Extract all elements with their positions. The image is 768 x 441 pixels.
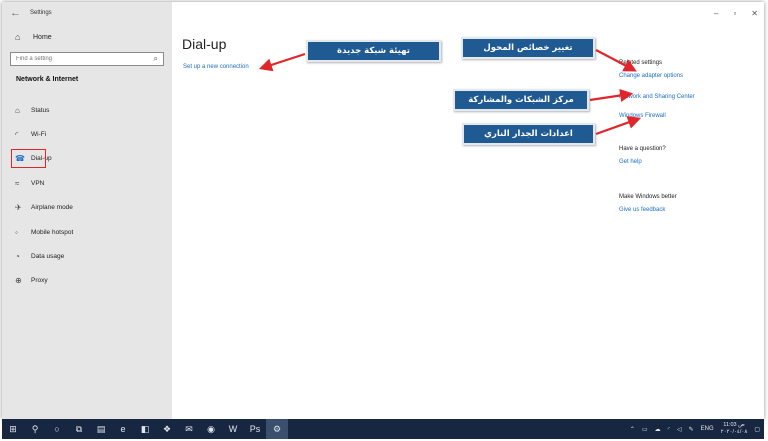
windows-firewall-link[interactable]: Windows Firewall — [619, 113, 666, 119]
proxy-icon: ⊕ — [15, 276, 22, 286]
sidebar: ← Settings ⌂ Home ⌕ Network & Internet ⌂… — [2, 2, 172, 419]
window-title: Settings — [30, 10, 52, 16]
photoshop-icon[interactable]: Ps — [244, 419, 266, 439]
main-content: – ▫ ✕ Dial-up Set up a new connection Re… — [172, 2, 764, 419]
feedback-link[interactable]: Give us feedback — [619, 207, 665, 213]
network-icon[interactable]: ◜ — [668, 426, 670, 433]
chevron-up-icon[interactable]: ⌃ — [630, 426, 635, 433]
window-controls: – ▫ ✕ — [714, 9, 758, 18]
sidebar-item-label: Status — [31, 106, 50, 114]
sidebar-item-wi-fi[interactable]: ◜ Wi-Fi — [2, 122, 172, 146]
language-indicator[interactable]: ENG — [701, 426, 714, 432]
mail-icon[interactable]: ✉ — [178, 419, 200, 439]
callout-new-connection: تهيئة شبكة جديدة — [306, 40, 441, 62]
vpn-icon: ≈ — [15, 178, 20, 188]
settings-window: ← Settings ⌂ Home ⌕ Network & Internet ⌂… — [2, 2, 764, 419]
sidebar-item-label: Data usage — [31, 253, 65, 261]
question-heading: Have a question? — [619, 146, 666, 152]
sidebar-item-dial-up[interactable]: ☎ Dial-up — [2, 147, 172, 171]
file-explorer-icon[interactable]: ▤ — [90, 419, 112, 439]
taskbar: ⊞ ⚲ ○ ⧉ ▤ e ◧ ❖ ✉ ◉ W Ps ⚙ ⌃ ▭ ☁ ◜ ◁ ✎ E… — [2, 419, 764, 439]
sidebar-item-proxy[interactable]: ⊕ Proxy — [2, 269, 172, 293]
volume-icon[interactable]: ◁ — [677, 426, 682, 433]
task-view-icon[interactable]: ⧉ — [68, 419, 90, 439]
sharing-center-link[interactable]: Network and Sharing Center — [619, 94, 695, 100]
clock[interactable]: 11:03 ص ٢٠٢٠/٠٤/٠٨ — [721, 422, 748, 436]
notification-icon[interactable]: ▢ — [754, 426, 760, 433]
sidebar-item-mobile-hotspot[interactable]: ◦ Mobile hotspot — [2, 220, 172, 244]
sidebar-item-label: Proxy — [31, 277, 48, 285]
nav-list: ⌂ Status ◜ Wi-Fi ☎ Dial-up ≈ VPN ✈ Airplane mode ◦… — [2, 98, 172, 293]
maximize-icon[interactable]: ▫ — [733, 9, 736, 18]
edge-icon[interactable]: e — [112, 419, 134, 439]
sidebar-item-vpn[interactable]: ≈ VPN — [2, 171, 172, 195]
feedback-heading: Make Windows better — [619, 194, 677, 200]
callout-sharing-center: مركز الشبكات والمشاركة — [453, 89, 589, 111]
home-icon: ⌂ — [15, 32, 21, 42]
search-icon[interactable]: ⌕ — [154, 54, 158, 64]
sidebar-item-label: VPN — [31, 179, 45, 187]
page-title: Dial-up — [182, 36, 227, 52]
setup-connection-link[interactable]: Set up a new connection — [183, 64, 249, 70]
search-input[interactable] — [16, 56, 136, 62]
close-icon[interactable]: ✕ — [751, 9, 758, 18]
status-icon: ⌂ — [15, 105, 20, 115]
sidebar-item-data-usage[interactable]: ◔ Data usage — [2, 244, 172, 268]
cortana-icon[interactable]: ○ — [46, 419, 68, 439]
minimize-icon[interactable]: – — [714, 9, 718, 18]
search-taskbar-icon[interactable]: ⚲ — [24, 419, 46, 439]
airplane-icon: ✈ — [15, 203, 22, 213]
sidebar-item-label: Wi-Fi — [31, 131, 47, 139]
back-arrow-icon[interactable]: ← — [10, 7, 30, 19]
clock-date: ٢٠٢٠/٠٤/٠٨ — [720, 429, 748, 435]
data-usage-icon: ◔ — [15, 252, 20, 262]
search-box[interactable]: ⌕ — [10, 52, 164, 66]
sidebar-item-status[interactable]: ⌂ Status — [2, 98, 172, 122]
taskbar-apps: ⊞ ⚲ ○ ⧉ ▤ e ◧ ❖ ✉ ◉ W Ps ⚙ — [2, 419, 288, 439]
section-heading: Network & Internet — [16, 76, 79, 83]
system-tray: ⌃ ▭ ☁ ◜ ◁ ✎ ENG 11:03 ص ٢٠٢٠/٠٤/٠٨ ▢ — [630, 419, 764, 439]
sidebar-item-airplane-mode[interactable]: ✈ Airplane mode — [2, 196, 172, 220]
callout-adapter: تغيير خصائص المحول — [461, 37, 595, 59]
app-icon[interactable]: ❖ — [156, 419, 178, 439]
home-nav-item[interactable]: ⌂ Home — [2, 26, 172, 48]
start-icon[interactable]: ⊞ — [2, 419, 24, 439]
chrome-icon[interactable]: ◉ — [200, 419, 222, 439]
selection-highlight-box — [11, 148, 46, 168]
cloud-icon[interactable]: ☁ — [655, 426, 661, 433]
home-label: Home — [33, 33, 52, 41]
sidebar-item-label: Airplane mode — [31, 204, 73, 212]
related-settings-heading: Related settings — [619, 60, 663, 66]
wifi-icon: ◜ — [15, 130, 19, 140]
title-bar: ← Settings — [2, 2, 172, 24]
get-help-link[interactable]: Get help — [619, 159, 642, 165]
callout-firewall: اعدادات الجدار الناري — [462, 123, 595, 145]
change-adapter-link[interactable]: Change adapter options — [619, 73, 683, 79]
settings-taskbar-icon[interactable]: ⚙ — [266, 419, 288, 439]
battery-icon[interactable]: ▭ — [642, 426, 648, 433]
store-icon[interactable]: ◧ — [134, 419, 156, 439]
sidebar-item-label: Mobile hotspot — [31, 228, 74, 236]
hotspot-icon: ◦ — [15, 227, 18, 237]
pen-icon[interactable]: ✎ — [689, 426, 694, 433]
word-icon[interactable]: W — [222, 419, 244, 439]
clock-time: 11:03 ص — [723, 422, 745, 428]
